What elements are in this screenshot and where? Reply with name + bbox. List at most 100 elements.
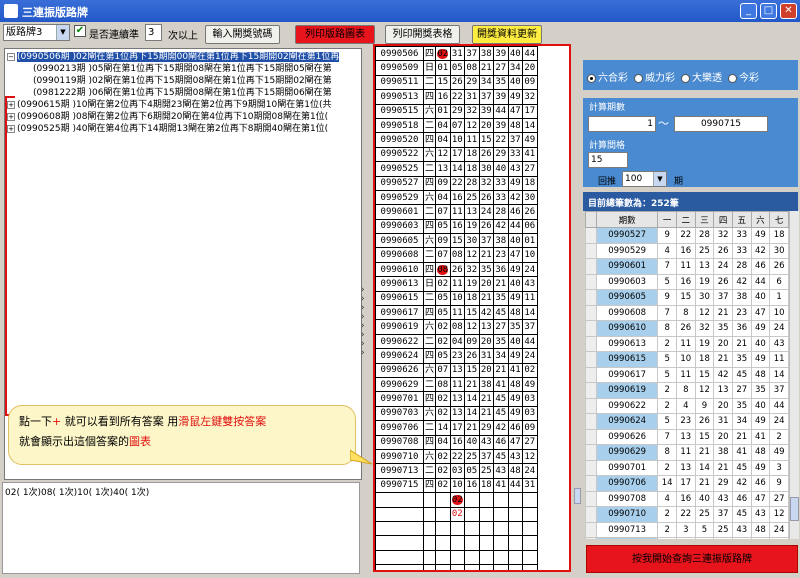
row-selector[interactable] <box>585 382 597 399</box>
stats-row[interactable]: 0990619 2 8 12 13 27 35 37 <box>585 382 789 399</box>
tree-node[interactable]: + (0990615期 )10閘在第2位再下4期開23閘在第2位再下9期開10閘在… <box>7 99 331 111</box>
row-selector[interactable] <box>585 242 597 259</box>
radio-icon[interactable] <box>681 73 690 83</box>
draw-row[interactable]: 0990610 四 08 26 32 35 36 49 24 <box>375 261 538 278</box>
stats-row[interactable]: 0990617 5 11 15 42 45 48 14 <box>585 366 789 383</box>
stats-row[interactable]: 0990615 5 10 18 21 35 49 11 <box>585 351 789 368</box>
row-selector[interactable] <box>585 413 597 430</box>
print-chart-button[interactable]: 列印版路圖表 <box>295 25 375 44</box>
draw-row[interactable]: 0990708 四 04 16 40 43 46 47 27 <box>375 434 538 450</box>
stats-row[interactable]: 0990701 2 13 14 21 45 49 3 <box>585 459 789 476</box>
draw-row[interactable]: 0990626 六 07 13 15 20 21 41 02 <box>375 362 538 378</box>
draw-row[interactable]: 0990622 二 02 04 09 20 35 40 44 <box>375 333 538 350</box>
tree-node[interactable]: (0990213期 )05閘在第1位再下15期開08閘在第1位再下15期開05閘… <box>33 63 332 75</box>
row-selector[interactable] <box>585 320 597 337</box>
row-selector[interactable] <box>585 258 597 275</box>
radio-icon[interactable] <box>728 73 737 83</box>
draw-row[interactable]: 0990619 六 02 08 12 13 27 35 37 <box>375 319 538 335</box>
times-input[interactable]: 3 <box>145 24 162 41</box>
column-header[interactable]: 五 <box>731 211 752 228</box>
radio-icon[interactable] <box>634 73 643 83</box>
draw-row[interactable]: 0990703 六 02 13 14 21 45 49 03 <box>375 405 538 422</box>
tree-node[interactable]: (0981222期 )06閘在第1位再下15期開08閘在第1位再下15期開06閘… <box>33 87 332 99</box>
draw-row[interactable]: 0990615 二 05 10 18 21 35 49 11 <box>375 290 538 307</box>
stats-row[interactable]: 0990613 2 11 19 20 21 40 43 <box>585 335 789 352</box>
draw-row[interactable]: 0990527 四 09 22 28 32 33 49 18 <box>375 175 538 191</box>
draw-row[interactable]: 0990513 四 16 22 31 37 39 49 32 <box>375 89 538 105</box>
print-table-button[interactable]: 列印開獎表格 <box>385 25 460 44</box>
row-selector[interactable] <box>585 273 597 290</box>
row-selector[interactable]: ▶ <box>585 537 597 539</box>
column-header[interactable]: 期數 <box>595 211 659 228</box>
stats-row[interactable]: 0990626 7 13 15 20 21 41 2 <box>585 428 789 445</box>
period-from-input[interactable]: 1 <box>588 116 656 132</box>
stats-row[interactable]: 0990601 7 11 13 24 28 46 26 <box>585 258 789 275</box>
tree-node[interactable]: − (0990506期 )02閘在第1位再下15期開00閘在第1位再下15期開02… <box>7 51 340 63</box>
draw-row[interactable]: 0990509 日 01 05 08 21 27 34 20 <box>375 60 538 76</box>
draw-row[interactable]: 0990624 四 05 23 26 31 34 49 24 <box>375 348 538 364</box>
query-button[interactable]: 按我開始查詢三連振版路牌 <box>586 545 798 573</box>
row-selector[interactable] <box>585 335 597 352</box>
row-selector[interactable] <box>585 304 597 321</box>
stats-row[interactable]: 0990610 8 26 32 35 36 49 24 <box>585 320 789 337</box>
draw-row[interactable]: 0990511 二 15 26 29 34 35 40 09 <box>375 74 538 91</box>
tree-node[interactable]: + (0990525期 )40閘在第4位再下14期開13閘在第2位再下8期開40閘… <box>7 123 328 135</box>
scroll-thumb[interactable] <box>790 497 799 521</box>
stats-row[interactable]: 0990706 14 17 21 29 42 46 9 <box>585 475 789 492</box>
grid-scroll-thumb[interactable] <box>574 488 581 504</box>
stats-row[interactable]: 0990622 2 4 9 20 35 40 44 <box>585 397 789 414</box>
column-header[interactable]: 一 <box>657 211 677 228</box>
lottery-radio[interactable]: 大樂透 <box>681 73 722 84</box>
column-header[interactable]: 四 <box>713 211 733 228</box>
row-selector[interactable] <box>585 428 597 445</box>
row-selector[interactable] <box>585 490 597 507</box>
row-selector[interactable] <box>585 351 597 368</box>
collapse-icon[interactable]: − <box>7 52 15 61</box>
stats-row[interactable]: 0990624 5 23 26 31 34 49 24 <box>585 413 789 430</box>
stats-row[interactable]: 0990527 9 22 28 32 33 49 18 <box>585 227 789 244</box>
draw-row[interactable]: 0990613 日 02 11 19 20 21 40 43 <box>375 276 538 292</box>
row-selector[interactable] <box>585 475 597 492</box>
row-selector[interactable] <box>585 397 597 414</box>
stats-scrollbar[interactable] <box>789 211 799 539</box>
stats-row[interactable]: ▶09907152101618414431 <box>585 537 789 539</box>
stats-row[interactable]: 0990708 4 16 40 43 46 47 27 <box>585 490 789 507</box>
lottery-radio[interactable]: 威力彩 <box>634 73 675 84</box>
draw-row[interactable]: 0990522 六 12 17 18 26 29 33 41 <box>375 146 538 163</box>
row-selector[interactable] <box>585 289 597 306</box>
lottery-radio[interactable]: 今彩 <box>728 73 759 84</box>
column-header[interactable]: 二 <box>675 211 696 228</box>
draw-row[interactable]: 0990710 六 02 22 25 37 45 43 12 <box>375 448 538 465</box>
column-header[interactable]: 七 <box>769 211 789 228</box>
draw-row[interactable]: 0990603 四 05 16 19 26 42 44 06 <box>375 218 538 235</box>
back-select[interactable]: 100 ▼ <box>622 171 667 187</box>
column-header[interactable]: 六 <box>750 211 771 228</box>
row-selector[interactable] <box>585 459 597 476</box>
row-selector[interactable] <box>585 506 597 523</box>
draw-row[interactable]: 0990706 二 14 17 21 29 42 46 09 <box>375 420 538 436</box>
draw-row[interactable]: 0990529 六 04 16 25 26 33 42 30 <box>375 189 538 206</box>
consecutive-checkbox[interactable]: ✔ <box>74 25 86 37</box>
stats-row[interactable]: 0990603 5 16 19 26 42 44 6 <box>585 273 789 290</box>
period-to-input[interactable]: 0990715 <box>674 116 768 132</box>
row-selector[interactable] <box>585 366 597 383</box>
draw-row[interactable]: 0990617 四 05 11 15 42 45 48 14 <box>375 305 538 321</box>
draw-row[interactable]: 0990605 六 09 15 30 37 38 40 01 <box>375 233 538 249</box>
row-selector[interactable] <box>585 227 597 244</box>
interval-input[interactable]: 15 <box>588 152 628 168</box>
stats-row[interactable]: 0990605 9 15 30 37 38 40 1 <box>585 289 789 306</box>
column-header[interactable]: 三 <box>694 211 715 228</box>
radio-icon[interactable] <box>587 73 596 83</box>
draw-row[interactable]: 0990518 二 04 07 12 20 39 48 14 <box>375 117 538 134</box>
stats-row[interactable]: 0990608 7 8 12 21 23 47 10 <box>585 304 789 321</box>
stats-row[interactable]: 0990713 2 3 5 25 43 48 24 <box>585 521 789 538</box>
minimize-button[interactable]: _ <box>740 3 757 19</box>
row-selector[interactable] <box>585 444 597 461</box>
chart-select[interactable]: 版路牌3 ▼ <box>3 24 70 41</box>
stats-row[interactable]: 0990529 4 16 25 26 33 42 30 <box>585 242 789 259</box>
tree-node[interactable]: + (0990608期 )08閘在第2位再下6期開20閘在第4位再下10期開08閘… <box>7 111 328 123</box>
stats-row[interactable]: 0990710 2 22 25 37 45 43 12 <box>585 506 789 523</box>
maximize-button[interactable]: □ <box>760 3 777 19</box>
draw-row[interactable]: 0990520 四 04 10 11 15 22 37 49 <box>375 132 538 148</box>
draw-row[interactable]: 0990601 二 07 11 13 24 28 46 26 <box>375 204 538 220</box>
